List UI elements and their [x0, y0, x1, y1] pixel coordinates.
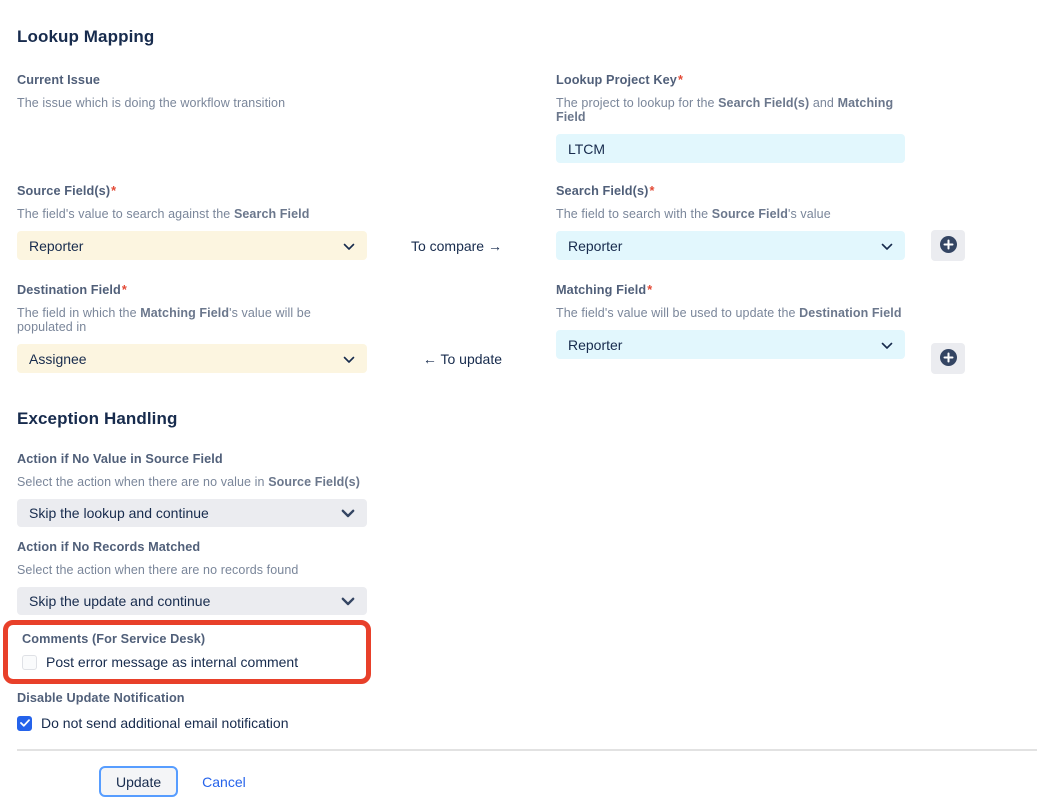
disable-notification-label: Disable Update Notification [17, 691, 1037, 705]
row-source-search: Source Field(s)* The field's value to se… [17, 184, 1037, 260]
search-fields-label: Search Field(s)* [556, 184, 905, 198]
lookup-project-key-group: Lookup Project Key* The project to looku… [556, 73, 905, 163]
no-value-action-group: Action if No Value in Source Field Selec… [17, 452, 367, 527]
required-asterisk: * [649, 184, 654, 198]
required-asterisk: * [122, 283, 127, 297]
disable-notification-checkbox[interactable] [17, 716, 32, 731]
disable-notification-group: Disable Update Notification Do not send … [17, 691, 1037, 731]
cancel-link[interactable]: Cancel [202, 774, 246, 790]
no-records-action-select[interactable]: Skip the update and continue [17, 587, 367, 615]
no-value-action-description: Select the action when there are no valu… [17, 475, 367, 489]
current-issue-label: Current Issue [17, 73, 367, 87]
matching-field-group: Matching Field* The field's value will b… [556, 283, 905, 373]
chevron-down-icon [343, 351, 355, 367]
comments-highlight-box: Comments (For Service Desk) Post error m… [3, 620, 371, 684]
matching-field-description: The field's value will be used to update… [556, 306, 905, 320]
disable-notification-option: Do not send additional email notificatio… [17, 715, 1037, 731]
no-value-action-select[interactable]: Skip the lookup and continue [17, 499, 367, 527]
update-button[interactable]: Update [99, 766, 178, 797]
row-destination-matching: Destination Field* The field in which th… [17, 283, 1037, 373]
search-fields-group: Search Field(s)* The field to search wit… [556, 184, 905, 260]
compare-arrow-cell: To compare → [367, 184, 556, 260]
required-asterisk: * [678, 73, 683, 87]
no-records-action-group: Action if No Records Matched Select the … [17, 540, 367, 615]
to-compare-arrow-text: To compare → [411, 238, 502, 254]
footer-divider [17, 749, 1037, 751]
chevron-down-icon [881, 238, 893, 254]
destination-field-description: The field in which the Matching Field's … [17, 306, 367, 334]
required-asterisk: * [647, 283, 652, 297]
add-search-field-button[interactable] [931, 230, 965, 261]
lookup-project-key-label: Lookup Project Key* [556, 73, 905, 87]
post-error-comment-option: Post error message as internal comment [22, 654, 358, 670]
post-error-comment-checkbox-label: Post error message as internal comment [46, 654, 298, 670]
source-fields-description: The field's value to search against the … [17, 207, 367, 221]
disable-notification-checkbox-label: Do not send additional email notificatio… [41, 715, 289, 731]
no-records-action-label: Action if No Records Matched [17, 540, 367, 554]
search-fields-select[interactable]: Reporter [556, 231, 905, 260]
comments-label: Comments (For Service Desk) [22, 632, 358, 646]
checkmark-icon [20, 714, 30, 732]
no-value-action-label: Action if No Value in Source Field [17, 452, 367, 466]
plus-icon [939, 235, 958, 257]
row-current-issue: Current Issue The issue which is doing t… [17, 73, 1037, 163]
chevron-down-icon [341, 593, 355, 609]
lookup-project-key-description: The project to lookup for the Search Fie… [556, 96, 905, 124]
chevron-down-icon [343, 238, 355, 254]
destination-field-select[interactable]: Assignee [17, 344, 367, 373]
source-fields-label: Source Field(s)* [17, 184, 367, 198]
matching-field-label: Matching Field* [556, 283, 905, 297]
update-arrow-cell: ← To update [367, 283, 556, 373]
chevron-down-icon [341, 505, 355, 521]
source-fields-group: Source Field(s)* The field's value to se… [17, 184, 367, 260]
to-update-arrow-text: ← To update [423, 351, 502, 367]
add-matching-field-button[interactable] [931, 343, 965, 374]
lookup-mapping-form: Lookup Mapping Current Issue The issue w… [0, 0, 1037, 797]
matching-field-select[interactable]: Reporter [556, 330, 905, 359]
lookup-project-key-input[interactable] [556, 134, 905, 163]
current-issue-description: The issue which is doing the workflow tr… [17, 96, 367, 110]
source-fields-select[interactable]: Reporter [17, 231, 367, 260]
plus-icon [939, 348, 958, 370]
search-fields-description: The field to search with the Source Fiel… [556, 207, 905, 221]
required-asterisk: * [111, 184, 116, 198]
current-issue-group: Current Issue The issue which is doing t… [17, 73, 367, 163]
no-records-action-description: Select the action when there are no reco… [17, 563, 367, 577]
row1-spacer [367, 73, 556, 163]
destination-field-group: Destination Field* The field in which th… [17, 283, 367, 373]
post-error-comment-checkbox[interactable] [22, 655, 37, 670]
chevron-down-icon [881, 337, 893, 353]
form-actions: Update Cancel [17, 766, 1037, 797]
lookup-mapping-title: Lookup Mapping [17, 27, 1037, 47]
destination-field-label: Destination Field* [17, 283, 367, 297]
exception-handling-title: Exception Handling [17, 409, 1037, 429]
